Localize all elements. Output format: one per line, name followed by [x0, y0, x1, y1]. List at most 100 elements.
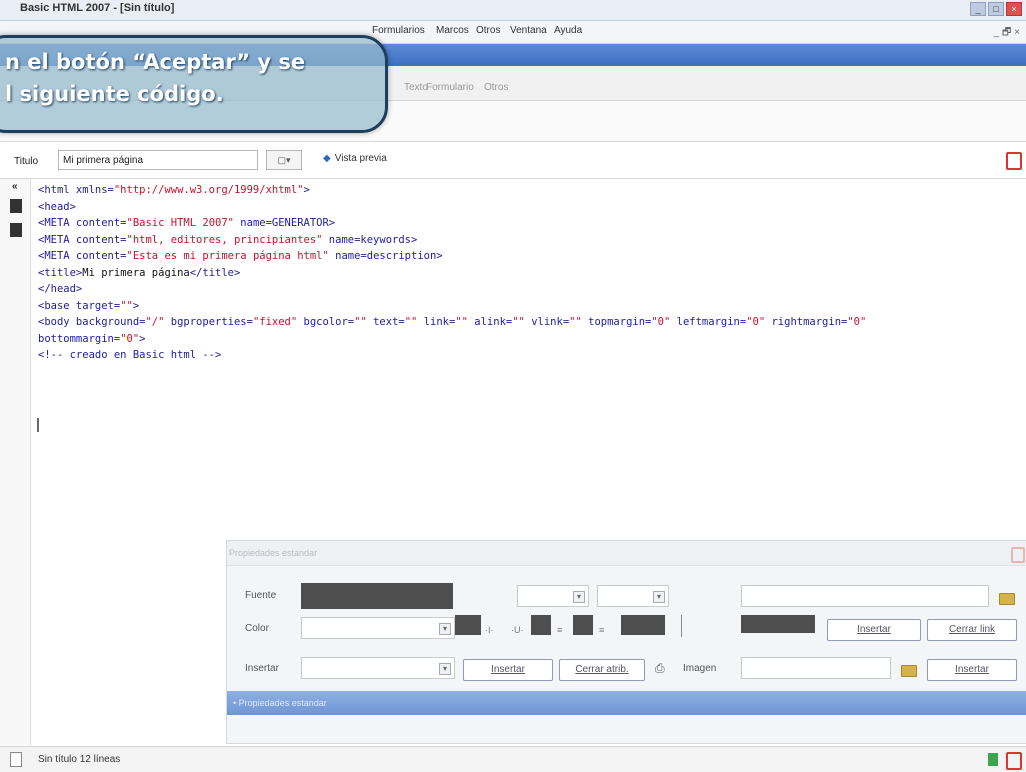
code-token: bgcolor=: [297, 316, 355, 328]
code-token: "fixed": [252, 316, 298, 328]
callout-line-1: n el botón “Aceptar” y se: [5, 50, 306, 74]
red-status-icon[interactable]: [1006, 752, 1022, 770]
folder-icon[interactable]: [999, 593, 1015, 605]
insert-tag-button[interactable]: Insertar: [463, 659, 553, 681]
bold-button[interactable]: [455, 615, 481, 635]
font-label: Fuente: [245, 590, 277, 601]
align-left-button[interactable]: [531, 615, 551, 635]
close-attr-button[interactable]: Cerrar atrib.: [559, 659, 645, 681]
image-path-input[interactable]: [741, 657, 891, 679]
window-title-bar: Basic HTML 2007 - [Sin título] _ □ ×: [0, 0, 1026, 21]
maximize-icon[interactable]: □: [988, 2, 1004, 16]
align-justify-icon[interactable]: ≡: [599, 625, 604, 635]
insert-link-button[interactable]: Insertar: [827, 619, 921, 641]
code-token: <META content=: [38, 250, 127, 262]
code-line: <META content="Esta es mi primera página…: [38, 248, 1018, 265]
preview-label: Vista previa: [334, 153, 387, 164]
folder-icon[interactable]: [901, 665, 917, 677]
toolbar-separator: [681, 615, 682, 637]
code-token: >: [303, 184, 310, 196]
link-target-field[interactable]: [741, 615, 815, 633]
properties-panel: Propiedades estandar Fuente ▾ ▾ Color ▾ …: [226, 540, 1026, 744]
code-token: "": [354, 316, 367, 328]
insert-tag-select[interactable]: ▾: [301, 657, 455, 679]
code-token: <base target=: [38, 299, 121, 312]
green-status-icon[interactable]: [988, 753, 998, 766]
close-link-button[interactable]: Cerrar link: [927, 619, 1017, 641]
code-token: link=: [417, 316, 456, 328]
menu-ayuda[interactable]: Ayuda: [554, 25, 582, 36]
code-token: "": [455, 316, 468, 328]
status-bar: Sin título 12 líneas: [0, 746, 1026, 772]
tab-formulario[interactable]: Formulario: [426, 82, 474, 93]
window-title: Basic HTML 2007 - [Sin título]: [20, 2, 175, 14]
code-token: leftmargin=: [670, 316, 747, 328]
mdi-window-controls[interactable]: _ 🗗 ×: [994, 25, 1020, 42]
code-token: </title>: [189, 266, 241, 279]
code-token: name=description>: [328, 250, 443, 262]
color-label: Color: [245, 623, 269, 634]
code-token: "html, editores, principiantes": [126, 233, 323, 246]
page-template-dropdown[interactable]: ▢▾: [266, 150, 302, 170]
align-right-button[interactable]: [573, 615, 593, 635]
text-cursor: [37, 418, 39, 432]
menu-formularios[interactable]: Formularios: [372, 25, 425, 36]
close-document-icon[interactable]: [1006, 152, 1022, 170]
code-token: "0": [651, 316, 671, 328]
properties-panel-header: Propiedades estandar: [227, 541, 1026, 566]
code-token: <title>: [38, 266, 83, 279]
code-token: <META content=: [38, 217, 127, 229]
code-token: name=GENERATOR>: [233, 217, 336, 229]
code-token: Mi primera página: [82, 266, 190, 279]
code-token: text=: [366, 316, 405, 328]
tab-otros[interactable]: Otros: [484, 82, 508, 93]
align-center-icon[interactable]: ≡: [557, 625, 562, 635]
code-token: <META content=: [38, 233, 127, 246]
code-token: bottommargin=: [38, 332, 121, 345]
code-line: <title>Mi primera página</title>: [38, 265, 1018, 282]
code-token: "0": [746, 316, 766, 328]
code-line: </head>: [38, 281, 1018, 298]
page-icon: ▢▾: [277, 155, 291, 165]
gutter-icon-1[interactable]: [10, 199, 22, 213]
code-token: >: [139, 332, 146, 345]
code-token: "0": [847, 316, 867, 328]
preview-button[interactable]: ◆ Vista previa: [323, 153, 387, 164]
link-url-input[interactable]: [741, 585, 989, 607]
code-line: <META content="Basic HTML 2007" name=GEN…: [38, 215, 1018, 232]
code-line: <body background="/" bgproperties="fixed…: [38, 314, 1018, 331]
code-token: "http://www.w3.org/1999/xhtml": [113, 184, 304, 196]
preview-icon: ◆: [323, 153, 331, 164]
page-icon: [10, 752, 22, 767]
font-size-select[interactable]: ▾: [517, 585, 589, 607]
close-icon[interactable]: ×: [1006, 2, 1022, 16]
gutter-icon-2[interactable]: [10, 223, 22, 237]
close-panel-icon[interactable]: [1011, 547, 1025, 563]
chevron-down-icon: ▾: [439, 623, 451, 635]
insert-image-button[interactable]: Insertar: [927, 659, 1017, 681]
minimize-icon[interactable]: _: [970, 2, 986, 16]
code-line: <!-- creado en Basic html -->: [38, 347, 1018, 364]
doc-icon[interactable]: ⎙: [655, 661, 665, 676]
code-token: "": [120, 299, 133, 312]
code-line: <META content="html, editores, principia…: [38, 232, 1018, 249]
title-input[interactable]: [58, 150, 258, 170]
properties-footer-label[interactable]: • Propiedades estandar: [233, 698, 327, 708]
tab-texto[interactable]: Texto: [404, 82, 428, 93]
code-editor[interactable]: <html xmlns="http://www.w3.org/1999/xhtm…: [38, 182, 1018, 364]
code-token: "Esta es mi primera página html": [126, 250, 329, 262]
menu-ventana[interactable]: Ventana: [510, 25, 547, 36]
page-title-row: Titulo ▢▾ ◆Vista previa: [0, 144, 1026, 179]
font-style-select[interactable]: ▾: [597, 585, 669, 607]
menu-otros[interactable]: Otros: [476, 25, 500, 36]
font-name-field[interactable]: [301, 583, 453, 609]
italic-icon[interactable]: ·I·: [485, 625, 494, 635]
color-select[interactable]: ▾: [301, 617, 455, 639]
status-text: Sin título 12 líneas: [38, 754, 121, 765]
collapse-icon[interactable]: «: [12, 181, 18, 192]
chevron-down-icon: ▾: [439, 663, 451, 675]
menu-marcos[interactable]: Marcos: [436, 25, 469, 36]
list-buttons[interactable]: [621, 615, 665, 635]
code-line: <base target="">: [38, 298, 1018, 315]
underline-icon[interactable]: ·U·: [511, 625, 524, 635]
